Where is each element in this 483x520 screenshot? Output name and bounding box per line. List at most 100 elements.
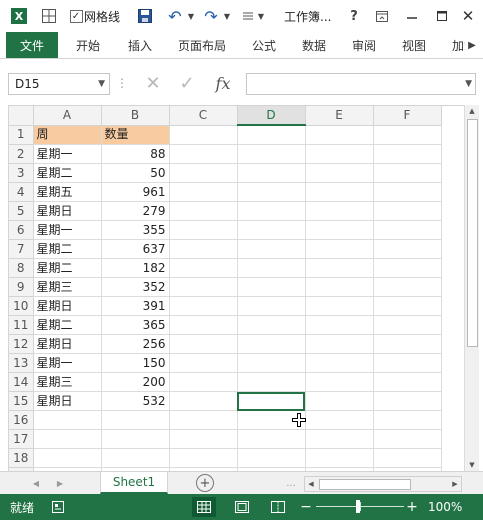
cell-f9[interactable] <box>373 277 442 297</box>
cell-d18[interactable] <box>237 448 306 468</box>
cell-c7[interactable] <box>169 239 238 259</box>
page-layout-view-icon[interactable] <box>230 497 254 517</box>
cell-c13[interactable] <box>169 353 238 373</box>
column-header-f[interactable]: F <box>373 106 442 126</box>
cell-e7[interactable] <box>305 239 374 259</box>
cell-d6[interactable] <box>237 220 306 240</box>
cell-d11[interactable] <box>237 315 306 335</box>
tab-view[interactable]: 视图 <box>402 32 426 58</box>
new-sheet-icon[interactable]: + <box>196 474 214 492</box>
zoom-in-button[interactable]: + <box>406 494 418 520</box>
cell-b1[interactable]: 数量 <box>101 125 170 145</box>
cell-a17[interactable] <box>33 429 102 449</box>
cell-e3[interactable] <box>305 163 374 183</box>
cell-b6[interactable]: 355 <box>101 220 170 240</box>
cell-c17[interactable] <box>169 429 238 449</box>
cell-b12[interactable]: 256 <box>101 334 170 354</box>
prev-sheet-icon[interactable]: ◀ <box>28 472 44 494</box>
row-header[interactable]: 2 <box>9 144 34 164</box>
cell-d8[interactable] <box>237 258 306 278</box>
cell-a9[interactable]: 星期三 <box>33 277 102 297</box>
tab-data[interactable]: 数据 <box>302 32 326 58</box>
expand-formula-bar-icon[interactable]: ▼ <box>465 74 472 94</box>
gridlines-checkbox[interactable]: ✓ <box>68 0 84 32</box>
cell-c18[interactable] <box>169 448 238 468</box>
maximize-icon[interactable] <box>430 0 454 32</box>
cell-d3[interactable] <box>237 163 306 183</box>
zoom-level[interactable]: 100% <box>428 494 462 520</box>
row-header[interactable]: 14 <box>9 372 34 392</box>
cell-b9[interactable]: 352 <box>101 277 170 297</box>
tab-file[interactable]: 文件 <box>6 32 58 58</box>
cell-e6[interactable] <box>305 220 374 240</box>
cell-e13[interactable] <box>305 353 374 373</box>
scroll-right-icon[interactable]: ▶ <box>449 477 461 491</box>
cell-e2[interactable] <box>305 144 374 164</box>
cell-e1[interactable] <box>305 125 374 145</box>
cell-e17[interactable] <box>305 429 374 449</box>
cell-a13[interactable]: 星期一 <box>33 353 102 373</box>
cell-e9[interactable] <box>305 277 374 297</box>
cell-d17[interactable] <box>237 429 306 449</box>
normal-view-icon[interactable] <box>192 497 216 517</box>
cell-a7[interactable]: 星期二 <box>33 239 102 259</box>
redo-dropdown-icon[interactable]: ▼ <box>222 0 232 32</box>
cell-b13[interactable]: 150 <box>101 353 170 373</box>
formula-input[interactable]: ▼ <box>246 73 476 95</box>
cell-f18[interactable] <box>373 448 442 468</box>
row-header[interactable]: 7 <box>9 239 34 259</box>
cell-a3[interactable]: 星期二 <box>33 163 102 183</box>
cell-c16[interactable] <box>169 410 238 430</box>
column-header-b[interactable]: B <box>101 106 170 126</box>
cell-b2[interactable]: 88 <box>101 144 170 164</box>
cell-d13[interactable] <box>237 353 306 373</box>
vertical-scroll-thumb[interactable] <box>467 119 478 347</box>
cell-b7[interactable]: 637 <box>101 239 170 259</box>
cell-a6[interactable]: 星期一 <box>33 220 102 240</box>
cell-f11[interactable] <box>373 315 442 335</box>
sheet-tab-sheet1[interactable]: Sheet1 <box>100 472 168 494</box>
worksheet-grid[interactable]: A B C D E F 1 周数量 2 星期一 88 3 星期二 50 4 星期五 961 5 星期日 2… <box>8 105 465 472</box>
cell-f3[interactable] <box>373 163 442 183</box>
cell-a8[interactable]: 星期二 <box>33 258 102 278</box>
redo-icon[interactable]: ↷ <box>200 0 222 32</box>
cancel-icon[interactable]: ✕ <box>140 72 166 94</box>
cell-e11[interactable] <box>305 315 374 335</box>
column-header-a[interactable]: A <box>33 106 102 126</box>
scroll-down-icon[interactable]: ▼ <box>465 459 479 471</box>
cell-c4[interactable] <box>169 182 238 202</box>
row-header[interactable]: 1 <box>9 125 34 145</box>
cell-f2[interactable] <box>373 144 442 164</box>
cell-f8[interactable] <box>373 258 442 278</box>
cell-a16[interactable] <box>33 410 102 430</box>
tab-formulas[interactable]: 公式 <box>252 32 276 58</box>
cell-c3[interactable] <box>169 163 238 183</box>
cell-e15[interactable] <box>305 391 374 411</box>
customize-qat-icon[interactable] <box>240 0 256 32</box>
cell-a1[interactable]: 周 <box>33 125 102 145</box>
cell-e5[interactable] <box>305 201 374 221</box>
row-header[interactable]: 11 <box>9 315 34 335</box>
cell-f7[interactable] <box>373 239 442 259</box>
cell-c11[interactable] <box>169 315 238 335</box>
column-header-c[interactable]: C <box>169 106 238 126</box>
insert-function-icon[interactable]: fx <box>210 72 236 94</box>
row-header[interactable]: 17 <box>9 429 34 449</box>
select-all-corner[interactable] <box>9 106 34 126</box>
cell-d1[interactable] <box>237 125 306 145</box>
cell-f12[interactable] <box>373 334 442 354</box>
row-header[interactable]: 12 <box>9 334 34 354</box>
cell-c2[interactable] <box>169 144 238 164</box>
cell-a12[interactable]: 星期日 <box>33 334 102 354</box>
cell-b17[interactable] <box>101 429 170 449</box>
cell-a14[interactable]: 星期三 <box>33 372 102 392</box>
cell-a11[interactable]: 星期二 <box>33 315 102 335</box>
cell-e12[interactable] <box>305 334 374 354</box>
cell-a2[interactable]: 星期一 <box>33 144 102 164</box>
cell-d14[interactable] <box>237 372 306 392</box>
help-icon[interactable]: ? <box>344 0 364 32</box>
formula-bar-grip-icon[interactable]: ⋮ <box>116 73 128 93</box>
cell-f16[interactable] <box>373 410 442 430</box>
cell-e18[interactable] <box>305 448 374 468</box>
cell-d10[interactable] <box>237 296 306 316</box>
